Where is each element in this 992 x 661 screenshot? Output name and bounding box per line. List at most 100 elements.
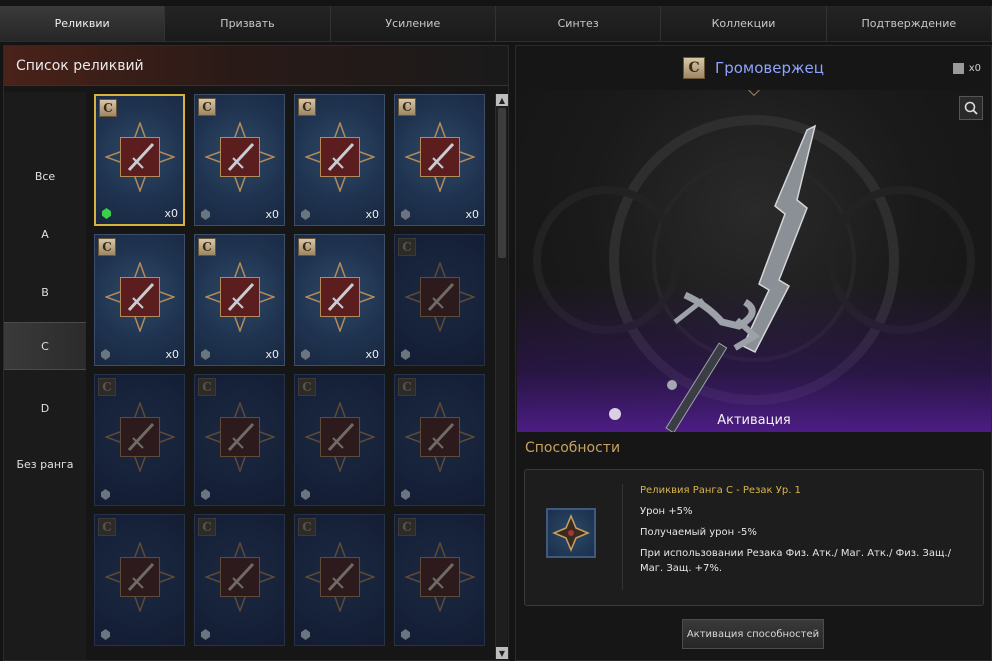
rank-filter-d[interactable]: D [4, 384, 86, 432]
rank-filter-a[interactable]: A [4, 210, 86, 258]
magnifier-icon [964, 101, 978, 115]
activate-abilities-button[interactable]: Активация способностей [682, 619, 824, 649]
rank-filter-all[interactable]: Все [4, 152, 86, 200]
abilities-title: Способности [525, 440, 621, 456]
relic-list-panel: Список реликвий Все A B C D Без ранга Cx… [3, 45, 509, 661]
relic-card[interactable]: C [394, 234, 485, 366]
spear-icon [319, 417, 360, 458]
ability-divider [622, 484, 623, 590]
card-rank-badge: C [298, 98, 316, 116]
scroll-down-icon[interactable]: ▼ [496, 647, 508, 659]
card-count: x0 [365, 208, 379, 221]
relic-card[interactable]: Cx0 [94, 234, 185, 366]
gem-icon [401, 629, 410, 640]
card-rank-badge: C [98, 378, 116, 396]
relic-viewer: Активация [517, 90, 991, 432]
relic-card[interactable]: C [394, 514, 485, 646]
scroll-up-icon[interactable]: ▲ [496, 94, 508, 106]
card-count: x0 [265, 348, 279, 361]
relic-card[interactable]: Cx0 [394, 94, 485, 226]
ability-text: Реликвия Ранга C - Резак Ур. 1 Урон +5% … [640, 483, 975, 582]
winged-sword-icon [119, 137, 160, 178]
book-icon [952, 63, 964, 74]
card-rank-badge: C [98, 518, 116, 536]
card-count: x0 [465, 208, 479, 221]
card-count: x0 [164, 207, 178, 220]
card-rank-badge: C [98, 238, 116, 256]
gem-icon [101, 629, 110, 640]
gem-icon [101, 349, 110, 360]
weapon-glyph [127, 423, 154, 452]
gem-icon [201, 629, 210, 640]
gem-icon [101, 489, 110, 500]
rank-filter-b[interactable]: B [4, 268, 86, 316]
tab-confirm[interactable]: Подтверждение [826, 6, 992, 41]
weapon-glyph [327, 423, 354, 452]
gem-icon [301, 489, 310, 500]
sword-icon [119, 417, 160, 458]
tab-relics[interactable]: Реликвии [0, 6, 166, 41]
relic-card[interactable]: Cx0 [294, 94, 385, 226]
ability-icon [546, 508, 596, 558]
tab-synthesis[interactable]: Синтез [495, 6, 662, 41]
tab-collections[interactable]: Коллекции [661, 6, 827, 41]
weapon-glyph [127, 283, 154, 312]
golden-sword-icon [119, 557, 160, 598]
card-rank-badge: C [298, 238, 316, 256]
card-count: x0 [265, 208, 279, 221]
axe-icon [219, 417, 260, 458]
star-emblem-icon [552, 514, 590, 552]
relic-card[interactable]: C [294, 514, 385, 646]
relic-card[interactable]: C [194, 374, 285, 506]
activation-label: Активация [717, 413, 791, 428]
rank-filter-unranked[interactable]: Без ранга [4, 440, 86, 488]
bow-icon [419, 137, 460, 178]
card-rank-badge: C [99, 99, 117, 117]
zoom-button[interactable] [959, 96, 983, 120]
relic-grid: Cx0 Cx0 Cx0 Cx0 Cx0 Cx0 Cx0 C C C C C C C C C [92, 94, 492, 659]
relic-list-title: Список реликвий [16, 57, 144, 74]
twin-swords-icon [319, 557, 360, 598]
relic-card[interactable]: C [394, 374, 485, 506]
lightning-sword-icon [609, 124, 817, 432]
card-rank-badge: C [198, 98, 216, 116]
relic-card[interactable]: C [294, 374, 385, 506]
relic-card[interactable]: C [94, 374, 185, 506]
relic-card[interactable]: Cx0 [294, 234, 385, 366]
relic-card[interactable]: Cx0 [194, 94, 285, 226]
relic-card[interactable]: C [194, 514, 285, 646]
card-count: x0 [165, 348, 179, 361]
relic-list-header: Список реликвий [4, 46, 508, 86]
card-rank-badge: C [198, 238, 216, 256]
weapon-glyph [327, 143, 354, 172]
trident-icon [319, 137, 360, 178]
rank-filter-c[interactable]: C [4, 322, 86, 370]
tab-summon[interactable]: Призвать [165, 6, 331, 41]
gem-icon [401, 349, 410, 360]
scroll-thumb[interactable] [498, 108, 506, 258]
card-count: x0 [365, 348, 379, 361]
card-rank-badge: C [198, 518, 216, 536]
relic-card[interactable]: Cx0 [94, 94, 185, 226]
mace-icon [419, 417, 460, 458]
relic-scrollbar[interactable]: ▲ ▼ [495, 94, 508, 659]
greatsword-icon [219, 557, 260, 598]
relic-title-bar: C Громовержец [516, 46, 991, 90]
gem-icon [401, 209, 410, 220]
gem-icon [201, 349, 210, 360]
crossed-blades-icon [219, 277, 260, 318]
weapon-glyph [427, 423, 454, 452]
gem-icon [301, 349, 310, 360]
crystal-blade-icon [319, 277, 360, 318]
ability-title: Реликвия Ранга C - Резак Ур. 1 [640, 485, 801, 496]
relic-card[interactable]: Cx0 [194, 234, 285, 366]
weapon-glyph [327, 563, 354, 592]
ability-line-received: Получаемый урон -5% [640, 527, 757, 538]
weapon-glyph [227, 423, 254, 452]
relic-card[interactable]: C [94, 514, 185, 646]
weapon-glyph [227, 283, 254, 312]
card-rank-badge: C [398, 518, 416, 536]
twin-blades-icon [419, 557, 460, 598]
card-rank-badge: C [398, 378, 416, 396]
tab-enhance[interactable]: Усиление [330, 6, 496, 41]
